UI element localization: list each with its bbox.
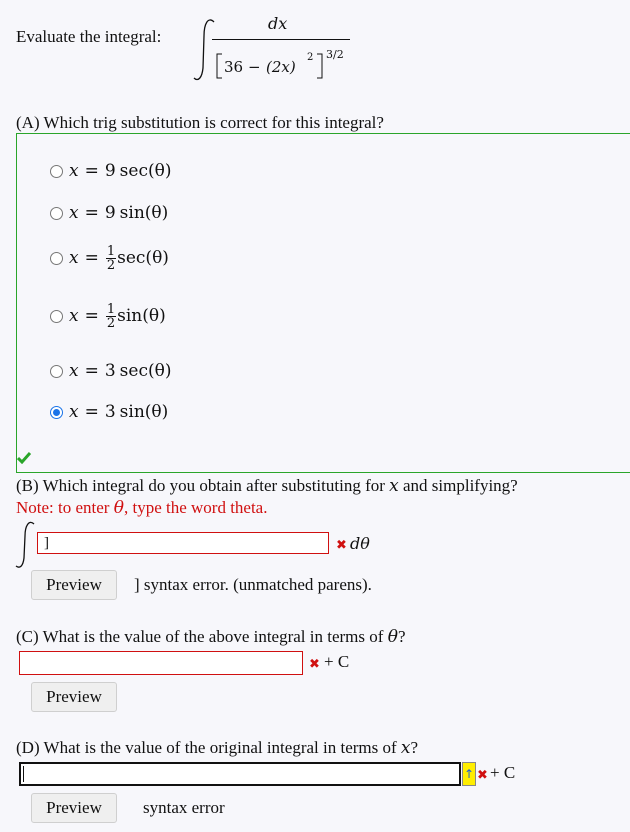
equals-sign: =	[84, 361, 99, 381]
option-coefficient: 9	[104, 161, 116, 181]
substitution-option[interactable]: x = 3 sec(θ)	[50, 359, 171, 383]
fraction-denominator: 2	[106, 257, 116, 273]
den-minus: −	[248, 58, 261, 76]
equals-sign: =	[84, 402, 99, 422]
radio-button[interactable]	[50, 164, 63, 178]
text-cursor	[23, 766, 24, 782]
den-power: 3/2	[326, 48, 344, 61]
part-d-answer-input[interactable]	[19, 762, 461, 786]
substitution-option[interactable]: x = 9 sec(θ)	[50, 159, 171, 183]
part-d-suffix: + C	[490, 763, 516, 782]
part-b-question: (B) Which integral do you obtain after s…	[16, 476, 518, 496]
option-coefficient: 3	[104, 402, 116, 422]
option-variable: x	[69, 361, 79, 381]
problem-prompt: Evaluate the integral:	[16, 27, 162, 46]
error-x-icon: ✖	[309, 657, 320, 672]
option-function: sin(θ)	[119, 402, 169, 422]
preview-button-b[interactable]: Preview	[31, 570, 117, 600]
substitution-option[interactable]: x = 3 sin(θ)	[50, 400, 168, 424]
option-function: sin(θ)	[119, 203, 169, 223]
option-coefficient: 9	[104, 203, 116, 223]
check-icon	[17, 452, 31, 464]
part-b-answer-input[interactable]: ]	[37, 532, 329, 554]
equals-sign: =	[84, 248, 99, 268]
part-b-note: Note: to enter θ, type the word theta.	[16, 498, 268, 518]
fraction-denominator: 2	[106, 315, 116, 331]
part-c-answer-input[interactable]	[19, 651, 303, 675]
option-fraction: 12	[105, 243, 117, 273]
error-x-icon: ✖	[477, 768, 488, 783]
part-a-question: (A) Which trig substitution is correct f…	[16, 113, 384, 132]
radio-button[interactable]	[50, 251, 63, 265]
equals-sign: =	[84, 306, 99, 326]
radio-button[interactable]	[50, 309, 63, 323]
part-d-preview-output: syntax error	[143, 798, 225, 817]
den-term: (2x)	[266, 58, 296, 76]
preview-button-c[interactable]: Preview	[31, 682, 117, 712]
fraction-bar	[212, 39, 350, 40]
equals-sign: =	[84, 203, 99, 223]
part-b-preview-output: ] syntax error. (unmatched parens).	[134, 575, 372, 594]
part-d-question: (D) What is the value of the original in…	[16, 738, 419, 758]
radio-button[interactable]	[50, 364, 63, 378]
substitution-option[interactable]: x = 9 sin(θ)	[50, 201, 168, 225]
part-c-question: (C) What is the value of the above integ…	[16, 627, 406, 647]
integral-expression: dx 36 − (2x) 2 3/2	[190, 10, 360, 90]
fraction-numerator: 1	[105, 243, 117, 259]
option-variable: x	[69, 161, 79, 181]
integrand-numerator: dx	[268, 14, 288, 33]
option-variable: x	[69, 248, 79, 268]
option-function: sin(θ)	[117, 306, 166, 326]
radio-button[interactable]	[50, 206, 63, 220]
option-variable: x	[69, 402, 79, 422]
option-coefficient: 3	[104, 361, 116, 381]
fraction-numerator: 1	[105, 301, 117, 317]
equals-sign: =	[84, 161, 99, 181]
substitution-option[interactable]: x = 1 2 sec(θ)	[50, 243, 169, 273]
option-function: sec(θ)	[119, 161, 172, 181]
option-variable: x	[69, 203, 79, 223]
option-function: sec(θ)	[119, 361, 172, 381]
right-bracket-icon	[317, 53, 323, 79]
substitution-option[interactable]: x = 1 2 sin(θ)	[50, 301, 166, 331]
equation-editor-toggle-icon[interactable]: ↑	[462, 762, 476, 786]
den-constant: 36	[224, 58, 244, 76]
part-b-suffix: dθ	[350, 534, 370, 553]
part-c-suffix: + C	[324, 652, 350, 671]
option-variable: x	[69, 306, 79, 326]
preview-button-d[interactable]: Preview	[31, 793, 117, 823]
den-square: 2	[307, 52, 314, 63]
option-fraction: 12	[105, 301, 117, 331]
option-function: sec(θ)	[117, 248, 169, 268]
error-x-icon: ✖	[336, 538, 347, 553]
left-bracket-icon	[216, 53, 222, 79]
radio-button[interactable]	[50, 405, 63, 419]
